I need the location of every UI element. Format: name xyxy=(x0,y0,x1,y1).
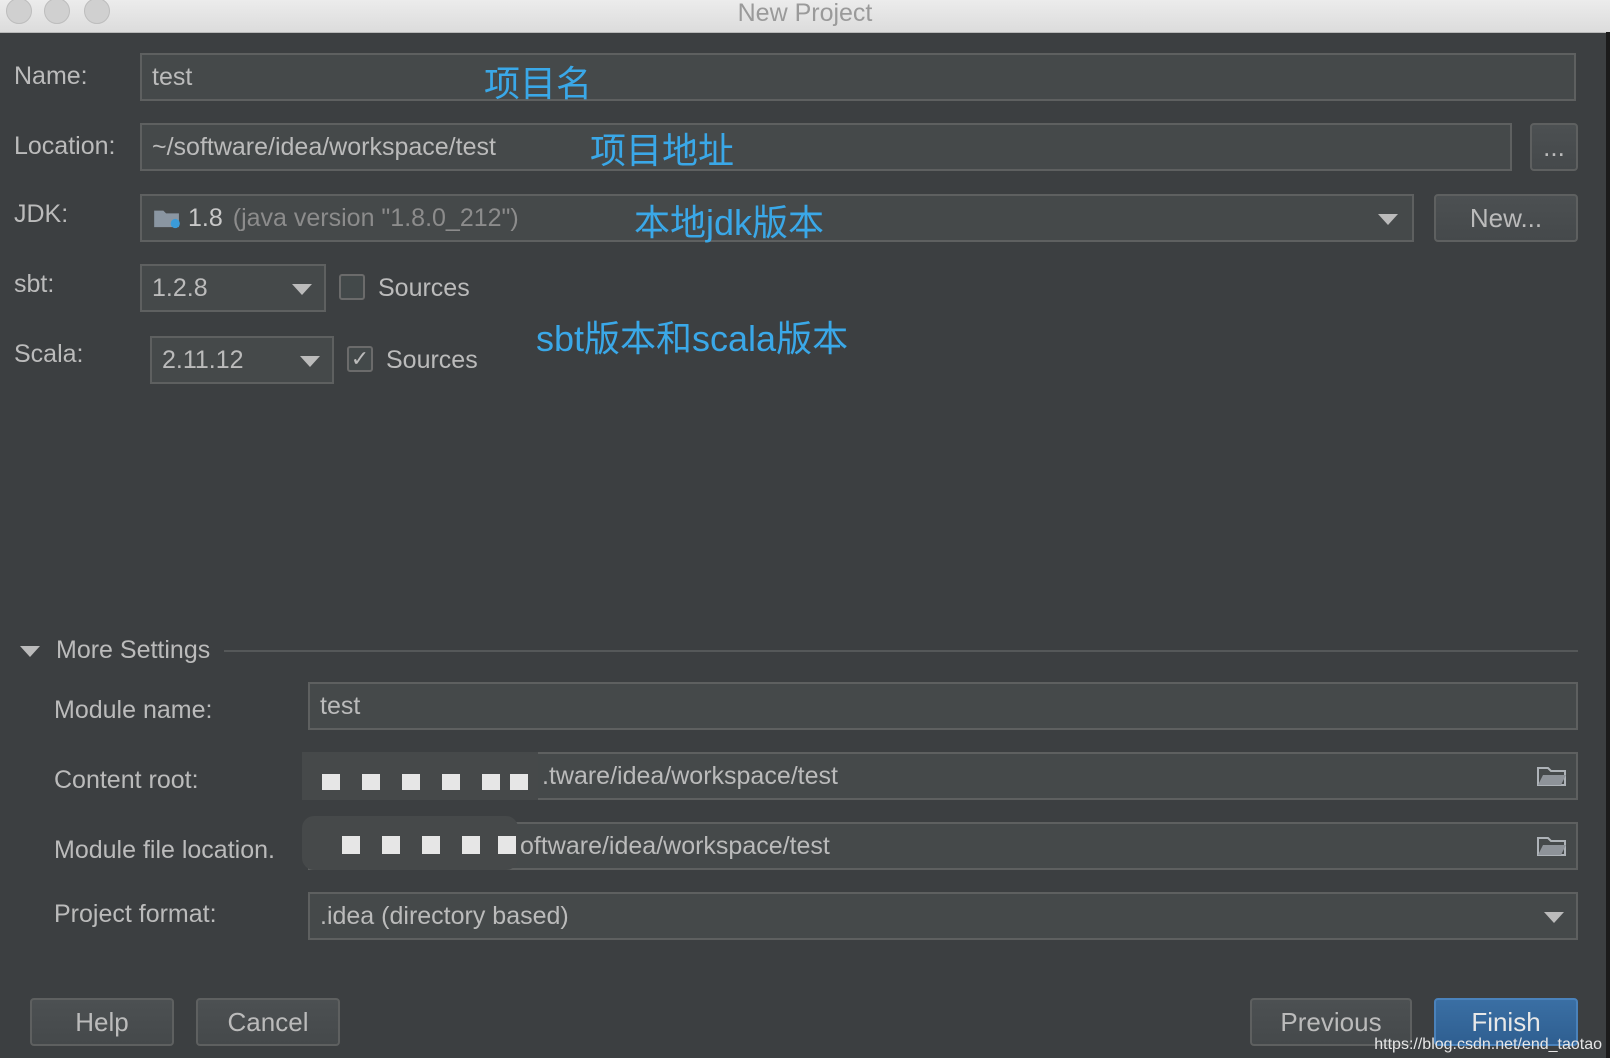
more-settings-divider xyxy=(224,650,1578,652)
new-jdk-label: New... xyxy=(1469,202,1543,233)
sbt-version: 1.2.8 xyxy=(152,273,208,302)
jdk-detail: (java version "1.8.0_212") xyxy=(232,203,519,232)
check-icon: ✓ xyxy=(350,346,370,371)
content-root-label: Content root: xyxy=(54,766,199,794)
previous-label: Previous xyxy=(1280,1006,1382,1037)
scala-label: Scala: xyxy=(14,340,84,368)
project-format-value: .idea (directory based) xyxy=(320,901,569,930)
redacted-area xyxy=(302,752,538,800)
location-label: Location: xyxy=(14,132,116,160)
sbt-label: sbt: xyxy=(14,270,55,298)
scala-sources-checkbox[interactable]: ✓ xyxy=(347,346,373,372)
content-root-value: .tware/idea/workspace/test xyxy=(542,761,838,790)
cancel-button[interactable]: Cancel xyxy=(196,998,340,1046)
module-name-label: Module name: xyxy=(54,696,213,724)
window-title: New Project xyxy=(737,0,873,27)
project-format-label: Project format: xyxy=(54,900,217,928)
window-titlebar: New Project xyxy=(0,0,1610,33)
location-annotation: 项目地址 xyxy=(590,130,735,171)
module-file-location-label: Module file location. xyxy=(54,836,275,864)
project-format-dropdown-arrow-icon xyxy=(1544,912,1564,923)
jdk-dropdown-arrow-icon xyxy=(1378,214,1398,225)
module-file-location-value: oftware/idea/workspace/test xyxy=(520,831,830,860)
sbt-dropdown-arrow-icon xyxy=(292,284,312,295)
project-format-select[interactable]: .idea (directory based) xyxy=(308,892,1578,940)
name-label: Name: xyxy=(14,62,88,90)
jdk-annotation: 本地jdk版本 xyxy=(634,202,825,243)
new-jdk-button[interactable]: New... xyxy=(1434,194,1578,242)
folder-icon[interactable] xyxy=(1536,764,1568,788)
scala-sources-label: Sources xyxy=(386,346,478,374)
browse-label: ... xyxy=(1543,131,1565,162)
cancel-label: Cancel xyxy=(227,1006,309,1037)
name-value: test xyxy=(152,62,193,91)
help-label: Help xyxy=(75,1006,129,1037)
more-settings-label[interactable]: More Settings xyxy=(56,636,210,665)
name-annotation: 项目名 xyxy=(484,63,593,104)
finish-label: Finish xyxy=(1471,1006,1541,1037)
jdk-folder-icon xyxy=(154,210,180,229)
redacted-area xyxy=(302,816,518,870)
module-name-value: test xyxy=(320,691,361,720)
sbt-sources-label: Sources xyxy=(378,274,470,302)
browse-location-button[interactable]: ... xyxy=(1530,123,1578,171)
more-settings-expand-icon[interactable] xyxy=(20,646,40,657)
location-value: ~/software/idea/workspace/test xyxy=(152,132,496,161)
folder-icon[interactable] xyxy=(1536,834,1568,858)
sbt-sources-checkbox[interactable] xyxy=(339,274,365,300)
jdk-label: JDK: xyxy=(14,200,69,228)
help-button[interactable]: Help xyxy=(30,998,174,1046)
name-input[interactable]: test xyxy=(140,53,1576,101)
location-input[interactable]: ~/software/idea/workspace/test xyxy=(140,123,1512,171)
scala-dropdown-arrow-icon xyxy=(300,356,320,367)
scala-version: 2.11.12 xyxy=(162,345,244,374)
watermark-text: https://blog.csdn.net/end_taotao xyxy=(1374,1036,1602,1053)
jdk-version: 1.8 xyxy=(188,203,223,232)
scala-annotation: sbt版本和scala版本 xyxy=(536,318,849,359)
window-edge xyxy=(1606,32,1610,1058)
module-name-input[interactable]: test xyxy=(308,682,1578,730)
